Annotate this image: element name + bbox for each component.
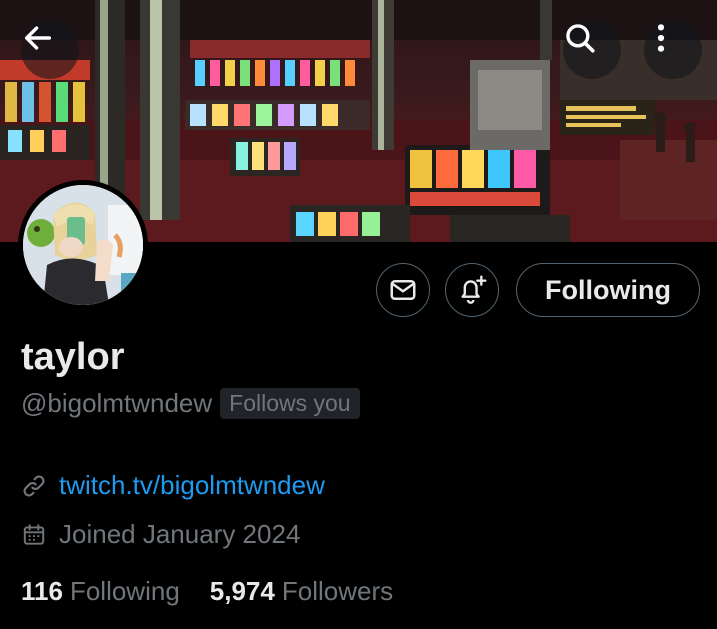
search-icon <box>566 24 595 53</box>
more-options-button[interactable] <box>644 21 702 79</box>
avatar-photo <box>23 185 143 305</box>
display-name: taylor <box>21 336 125 378</box>
profile-avatar[interactable] <box>18 180 148 310</box>
back-button[interactable] <box>21 21 79 79</box>
search-button[interactable] <box>563 21 621 79</box>
following-label: Following <box>69 576 180 606</box>
link-icon <box>23 475 45 496</box>
calendar-icon <box>23 523 45 545</box>
following-button[interactable]: Following <box>516 263 700 317</box>
followers-label: Followers <box>281 576 394 606</box>
website-row: twitch.tv/bigolmtwndew <box>21 470 325 501</box>
followers-count: 5,974 <box>209 576 275 606</box>
website-link[interactable]: twitch.tv/bigolmtwndew <box>59 470 325 501</box>
follow-stats: 116 Following 5,974 Followers <box>21 576 393 607</box>
username-handle: @bigolmtwndew <box>21 388 213 418</box>
back-arrow-icon <box>24 26 52 50</box>
notifications-button[interactable] <box>445 263 499 317</box>
message-button[interactable] <box>376 263 430 317</box>
following-stat[interactable]: 116 Following <box>21 576 180 607</box>
followers-stat[interactable]: 5,974 Followers <box>210 576 393 607</box>
bell-plus-icon <box>461 275 487 304</box>
joined-row: Joined January 2024 <box>21 519 300 550</box>
joined-date: Joined January 2024 <box>59 519 301 549</box>
following-count: 116 <box>21 576 63 606</box>
handle-row: @bigolmtwndew Follows you <box>21 388 360 419</box>
mail-icon <box>390 280 416 300</box>
more-vertical-icon <box>657 24 665 52</box>
follows-you-badge: Follows you <box>220 388 360 419</box>
